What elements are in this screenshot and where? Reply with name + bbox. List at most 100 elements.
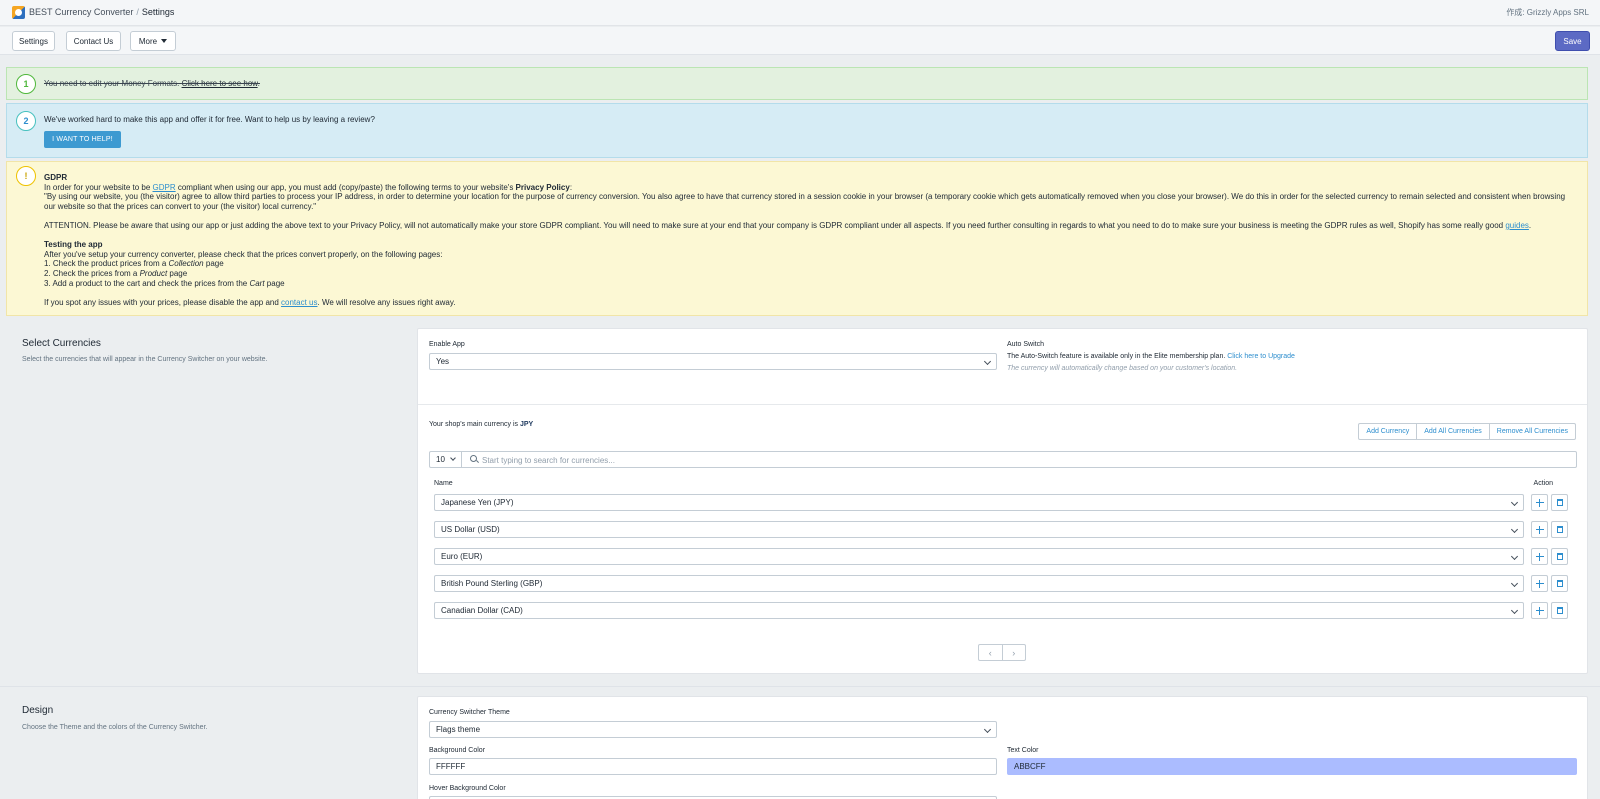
notice-money-formats: 1 You need to edit your Money Formats. C… xyxy=(6,67,1588,100)
currency-select[interactable]: Canadian Dollar (CAD) xyxy=(434,602,1524,619)
pagination: ‹ › xyxy=(978,644,1026,661)
chevron-down-icon xyxy=(983,725,992,734)
auto-switch-note: The currency will automatically change b… xyxy=(1007,365,1238,372)
notice-review: 2 We've worked hard to make this app and… xyxy=(6,103,1588,158)
settings-button-label: Settings xyxy=(19,36,48,46)
delete-button[interactable] xyxy=(1551,602,1568,619)
currency-select[interactable]: British Pound Sterling (GBP) xyxy=(434,575,1524,592)
auto-switch-info: The Auto-Switch feature is available onl… xyxy=(1007,353,1295,360)
contact-us-button[interactable]: Contact Us xyxy=(66,31,121,51)
i-want-to-help-button[interactable]: I WANT TO HELP! xyxy=(44,131,121,148)
design-title: Design xyxy=(22,705,54,716)
issues-text-a: If you spot any issues with your prices,… xyxy=(44,297,282,307)
currencies-card: Enable App Yes Auto Switch The Auto-Swit… xyxy=(417,328,1588,674)
theme-value: Flags theme xyxy=(436,725,481,734)
issues-text: If you spot any issues with your prices,… xyxy=(44,298,1575,308)
contact-us-button-label: Contact Us xyxy=(73,36,114,46)
gdpr-line-1-c: : xyxy=(569,182,573,192)
testing-title: Testing the app xyxy=(44,240,103,250)
notice-1-message: You need to edit your Money Formats. xyxy=(44,79,182,88)
notice-2-text: We've worked hard to make this app and o… xyxy=(44,115,375,124)
action-column-header: Action xyxy=(1533,480,1553,487)
testing-intro: After you've setup your currency convert… xyxy=(44,249,443,259)
move-button[interactable] xyxy=(1531,521,1548,538)
notice-1-suffix: . xyxy=(257,79,260,88)
app-logo-icon xyxy=(12,6,25,19)
theme-select[interactable]: Flags theme xyxy=(429,721,997,738)
delete-button[interactable] xyxy=(1551,575,1568,592)
gdpr-attention: ATTENTION. Please be aware that using ou… xyxy=(44,221,1575,231)
move-icon xyxy=(1535,498,1544,507)
gdpr-link[interactable]: GDPR xyxy=(153,183,176,192)
enable-app-value: Yes xyxy=(436,357,450,366)
trash-icon xyxy=(1556,553,1563,560)
move-icon xyxy=(1535,552,1544,561)
theme-label: Currency Switcher Theme xyxy=(429,709,510,716)
toolbar: Settings Contact Us More Save xyxy=(0,27,1600,55)
trash-icon xyxy=(1556,499,1563,506)
save-button[interactable]: Save xyxy=(1555,31,1590,51)
delete-button[interactable] xyxy=(1551,521,1568,538)
select-currencies-title: Select Currencies xyxy=(22,338,101,349)
testing-step-2: 2. Check the prices from a Product page xyxy=(44,269,1575,279)
more-button-label: More xyxy=(138,36,158,46)
contact-us-link[interactable]: contact us xyxy=(281,298,317,307)
notice-gdpr: ! GDPR In order for your website to be G… xyxy=(6,161,1588,316)
breadcrumb-app-link[interactable]: BEST Currency Converter xyxy=(29,7,133,17)
chevron-down-icon xyxy=(1510,498,1519,507)
chevron-down-icon xyxy=(1510,525,1519,534)
move-icon xyxy=(1535,579,1544,588)
testing-step-3-a: 3. Add a product to the cart and check t… xyxy=(44,278,250,288)
background-color-input[interactable]: FFFFFF xyxy=(429,758,997,775)
step-badge-2: 2 xyxy=(16,111,36,131)
delete-button[interactable] xyxy=(1551,494,1568,511)
move-icon xyxy=(1535,525,1544,534)
main-currency-label: Your shop's main currency is xyxy=(429,421,520,428)
enable-app-select[interactable]: Yes xyxy=(429,353,997,370)
breadcrumb-separator: / xyxy=(136,7,139,17)
currency-name: Japanese Yen (JPY) xyxy=(441,498,514,507)
card-divider xyxy=(418,404,1587,405)
notice-1-text: You need to edit your Money Formats. Cli… xyxy=(44,79,1575,89)
chevron-down-icon xyxy=(983,357,992,366)
per-page-select[interactable]: 10 xyxy=(430,452,462,467)
move-icon xyxy=(1535,606,1544,615)
previous-page-button[interactable]: ‹ xyxy=(979,645,1003,660)
currency-name: Canadian Dollar (CAD) xyxy=(441,606,523,615)
testing-step-3-b: page xyxy=(264,278,285,288)
top-bar: BEST Currency Converter / Settings 作成: Gri… xyxy=(0,0,1600,26)
background-color-label: Background Color xyxy=(429,747,486,754)
name-column-header: Name xyxy=(434,480,453,487)
move-button[interactable] xyxy=(1531,602,1548,619)
gdpr-line-1: In order for your website to be GDPR com… xyxy=(44,183,1575,193)
move-button[interactable] xyxy=(1531,494,1548,511)
currency-name: US Dollar (USD) xyxy=(441,525,500,534)
chevron-down-icon xyxy=(1510,552,1519,561)
move-button[interactable] xyxy=(1531,575,1548,592)
gdpr-attention-end: . xyxy=(1528,220,1532,230)
currency-select[interactable]: US Dollar (USD) xyxy=(434,521,1524,538)
delete-button[interactable] xyxy=(1551,548,1568,565)
currency-select[interactable]: Euro (EUR) xyxy=(434,548,1524,565)
more-button[interactable]: More xyxy=(130,31,176,51)
remove-all-currencies-button[interactable]: Remove All Currencies xyxy=(1490,424,1575,439)
currency-select[interactable]: Japanese Yen (JPY) xyxy=(434,494,1524,511)
testing-step-3-i: Cart xyxy=(249,278,265,288)
text-color-input[interactable]: ABBCFF xyxy=(1007,758,1577,775)
guides-link[interactable]: guides xyxy=(1505,221,1529,230)
currency-search-bar: 10 Start typing to search for currencies… xyxy=(429,451,1577,468)
main-currency-text: Your shop's main currency is JPY xyxy=(429,421,533,428)
upgrade-link[interactable]: Click here to Upgrade xyxy=(1227,353,1295,360)
gdpr-quote: "By using our website, you (the visitor)… xyxy=(44,192,1566,211)
settings-button[interactable]: Settings xyxy=(12,31,55,51)
gdpr-text: GDPR In order for your website to be GDP… xyxy=(44,173,1575,307)
add-all-currencies-button[interactable]: Add All Currencies xyxy=(1417,424,1490,439)
money-formats-link[interactable]: Click here to see how xyxy=(182,79,258,88)
move-button[interactable] xyxy=(1531,548,1548,565)
add-currency-button[interactable]: Add Currency xyxy=(1359,424,1418,439)
currency-search-input[interactable]: Start typing to search for currencies... xyxy=(482,456,615,465)
next-page-button[interactable]: › xyxy=(1003,645,1026,660)
chevron-down-icon xyxy=(1510,579,1519,588)
auto-switch-label: Auto Switch xyxy=(1007,341,1044,348)
caret-down-icon xyxy=(161,39,168,43)
